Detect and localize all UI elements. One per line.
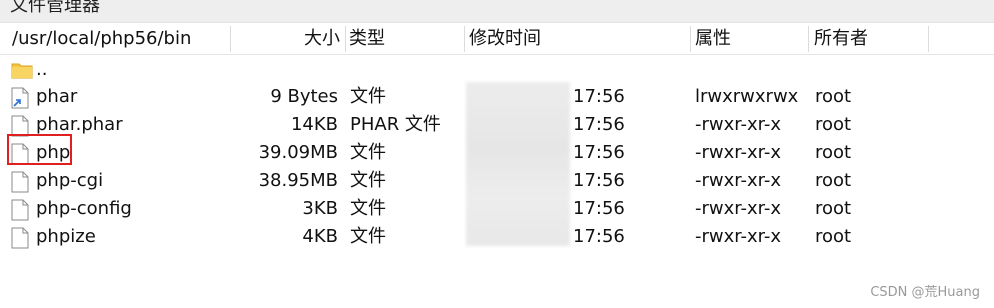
file-type: 文件 [350, 198, 386, 219]
file-type: 文件 [350, 226, 386, 247]
file-size: 9 Bytes [270, 86, 338, 107]
file-manager-window: 文件管理器 /usr/local/php56/bin 大小 类型 修改时间 属性… [0, 0, 994, 308]
file-row[interactable]: php-config 3KB 文件 17:56 -rwxr-xr-x root [0, 195, 994, 223]
file-owner: root [815, 114, 852, 135]
file-permissions: -rwxr-xr-x [695, 198, 782, 219]
file-permissions: -rwxr-xr-x [695, 170, 782, 191]
file-size: 39.09MB [258, 142, 338, 163]
file-size: 4KB [302, 226, 338, 247]
size-column-header[interactable]: 大小 [230, 24, 340, 54]
file-type: 文件 [350, 86, 386, 107]
file-size: 14KB [290, 114, 338, 135]
shortcut-file-icon [11, 87, 31, 109]
file-time: 17:56 [573, 114, 625, 135]
column-divider[interactable] [808, 26, 809, 52]
file-time: 17:56 [573, 226, 625, 247]
file-icon [11, 171, 31, 193]
file-row[interactable]: phar.phar 14KB PHAR 文件 17:56 -rwxr-xr-x … [0, 111, 994, 139]
file-type: PHAR 文件 [350, 114, 441, 135]
file-row[interactable]: php-cgi 38.95MB 文件 17:56 -rwxr-xr-x root [0, 167, 994, 195]
file-size: 3KB [302, 198, 338, 219]
file-name: .. [36, 59, 48, 80]
folder-icon [11, 60, 33, 82]
column-divider[interactable] [690, 26, 691, 52]
file-owner: root [815, 170, 852, 191]
file-time: 17:56 [573, 86, 625, 107]
file-row[interactable]: phar 9 Bytes 文件 17:56 lrwxrwxrwx root [0, 83, 994, 111]
path-column-header[interactable]: /usr/local/php56/bin [12, 24, 222, 54]
file-permissions: -rwxr-xr-x [695, 142, 782, 163]
file-row-selected[interactable]: php 39.09MB 文件 17:56 -rwxr-xr-x root [0, 139, 994, 167]
file-size: 38.95MB [258, 170, 338, 191]
file-owner: root [815, 142, 852, 163]
file-icon [11, 227, 31, 249]
file-permissions: lrwxrwxrwx [695, 86, 799, 107]
file-icon [11, 199, 31, 221]
file-row[interactable]: phpize 4KB 文件 17:56 -rwxr-xr-x root [0, 223, 994, 251]
file-owner: root [815, 86, 852, 107]
file-time: 17:56 [573, 142, 625, 163]
file-name: phpize [36, 226, 96, 247]
window-title: 文件管理器 [10, 0, 100, 16]
file-type: 文件 [350, 142, 386, 163]
file-name: phar [36, 86, 78, 107]
file-time: 17:56 [573, 198, 625, 219]
owner-column-header[interactable]: 所有者 [814, 24, 924, 54]
annotation-highlight-box [7, 134, 72, 165]
file-type: 文件 [350, 170, 386, 191]
column-divider[interactable] [345, 26, 346, 52]
file-owner: root [815, 198, 852, 219]
file-owner: root [815, 226, 852, 247]
column-divider[interactable] [464, 26, 465, 52]
type-column-header[interactable]: 类型 [349, 24, 459, 54]
title-bar: 文件管理器 [0, 0, 994, 23]
file-time: 17:56 [573, 170, 625, 191]
watermark: CSDN @荒Huang [870, 285, 980, 300]
file-row-parent[interactable]: .. [0, 56, 994, 84]
column-divider[interactable] [928, 26, 929, 52]
modified-column-header[interactable]: 修改时间 [469, 24, 679, 54]
file-permissions: -rwxr-xr-x [695, 226, 782, 247]
file-name: php-cgi [36, 170, 104, 191]
file-permissions: -rwxr-xr-x [695, 114, 782, 135]
file-name: php-config [36, 198, 132, 219]
attributes-column-header[interactable]: 属性 [695, 24, 805, 54]
column-header: /usr/local/php56/bin 大小 类型 修改时间 属性 所有者 [0, 24, 994, 55]
